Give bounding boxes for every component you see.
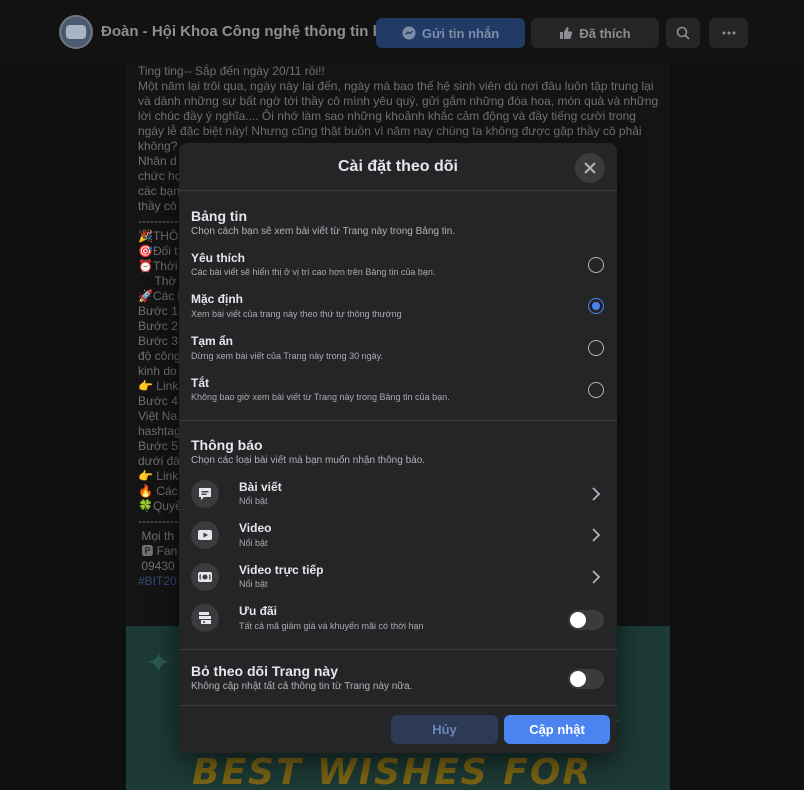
post-line: lời chúc đầy ý nghĩa.... Ôi nhớ làm sao … xyxy=(138,109,636,123)
page-title[interactable]: Đoàn - Hội Khoa Công nghệ thông tin ki..… xyxy=(101,23,398,40)
unfollow-title: Bỏ theo dõi Trang này xyxy=(191,663,339,679)
feed-option-desc: Không bao giờ xem bài viết từ Trang này … xyxy=(191,392,450,402)
post-line: và dành những sự bất ngờ tới thầy cô mìn… xyxy=(138,94,658,108)
send-message-button[interactable]: Gửi tin nhắn xyxy=(376,18,525,48)
banner-text: BEST WISHES FOR xyxy=(192,752,593,790)
unfollow-subtitle: Không cập nhật tất cả thông tin từ Trang… xyxy=(191,681,413,692)
feed-section-subtitle: Chọn cách bạn sẽ xem bài viết từ Trang n… xyxy=(191,226,456,237)
close-button[interactable] xyxy=(575,153,605,183)
post-line: Một năm lại trôi qua, ngày này lại đến, … xyxy=(138,79,654,93)
chevron-right-icon xyxy=(592,570,601,584)
star-decoration-icon: ✦ xyxy=(146,647,172,680)
search-icon xyxy=(676,26,690,40)
dialog-header: Cài đặt theo dõi xyxy=(179,143,617,191)
page-avatar[interactable] xyxy=(59,15,93,49)
offer-tag-icon xyxy=(191,604,219,632)
feed-option-desc: Dừng xem bài viết của Trang này trong 30… xyxy=(191,351,383,361)
send-message-label: Gửi tin nhắn xyxy=(421,25,500,41)
follow-settings-dialog: Cài đặt theo dõi Bảng tin Chọn cách bạn … xyxy=(179,143,617,753)
dialog-title: Cài đặt theo dõi xyxy=(338,158,458,175)
footer-divider xyxy=(179,705,617,706)
notification-label: Ưu đãi xyxy=(239,604,277,618)
notification-sub: Nổi bật xyxy=(239,579,268,589)
notification-sub: Tất cả mã giảm giá và khuyến mãi có thời… xyxy=(239,621,424,631)
search-button[interactable] xyxy=(666,18,700,48)
notification-sub: Nổi bật xyxy=(239,538,268,548)
feed-section-title: Bảng tin xyxy=(191,208,247,224)
section-divider xyxy=(179,420,617,421)
page-header: Đoàn - Hội Khoa Công nghệ thông tin ki..… xyxy=(0,0,804,64)
post-line: ngày lễ đặc biệt này! Nhưng cũng thật bu… xyxy=(138,124,642,138)
off-radio[interactable] xyxy=(588,382,604,398)
feed-option-desc: Các bài viết sẽ hiển thị ở vị trí cao hơ… xyxy=(191,267,436,277)
feed-option-label: Tắt xyxy=(191,376,209,390)
notification-label: Video xyxy=(239,521,272,535)
chevron-right-icon xyxy=(592,487,601,501)
more-options-button[interactable] xyxy=(709,18,748,48)
close-icon xyxy=(584,162,596,174)
feed-option-label: Tạm ẩn xyxy=(191,334,234,348)
notifications-section-title: Thông báo xyxy=(191,437,263,453)
unfollow-toggle[interactable] xyxy=(568,669,604,689)
favorites-radio[interactable] xyxy=(588,257,604,273)
live-video-icon xyxy=(191,563,219,591)
feed-option-desc: Xem bài viết của trang này theo thứ tự t… xyxy=(191,309,402,319)
cancel-button[interactable]: Hủy xyxy=(391,715,498,744)
notification-label: Video trực tiếp xyxy=(239,563,324,577)
feed-option-label: Yêu thích xyxy=(191,251,246,265)
post-line: Ting ting-- Sắp đến ngày 20/11 rồi!! xyxy=(138,64,325,78)
notification-label: Bài viết xyxy=(239,480,282,494)
update-button[interactable]: Cập nhật xyxy=(504,715,610,744)
video-play-icon xyxy=(191,521,219,549)
chevron-right-icon xyxy=(592,528,601,542)
messenger-icon xyxy=(402,26,416,40)
offers-toggle[interactable] xyxy=(568,610,604,630)
liked-button[interactable]: Đã thích xyxy=(531,18,659,48)
notifications-section-subtitle: Chọn các loại bài viết mà bạn muốn nhận … xyxy=(191,455,426,466)
liked-label: Đã thích xyxy=(579,25,631,41)
section-divider xyxy=(179,649,617,650)
notification-sub: Nổi bật xyxy=(239,496,268,506)
feed-option-label: Mặc định xyxy=(191,292,244,306)
more-dots-icon xyxy=(722,31,735,35)
default-radio[interactable] xyxy=(588,298,604,314)
snooze-radio[interactable] xyxy=(588,340,604,356)
thumbs-up-icon xyxy=(560,27,573,39)
post-bubble-icon xyxy=(191,480,219,508)
